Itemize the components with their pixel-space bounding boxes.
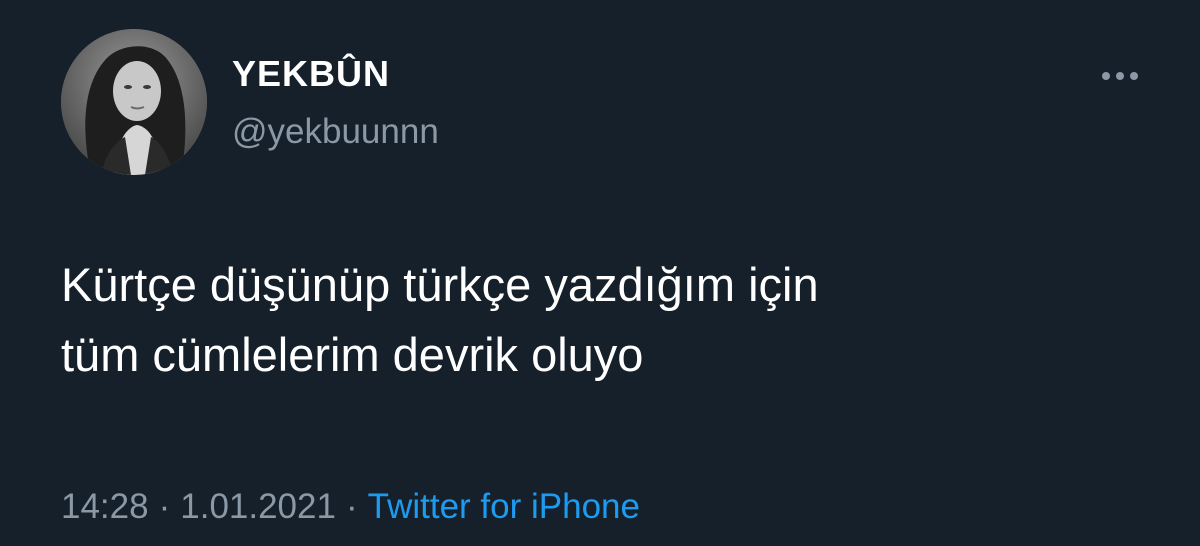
tweet-metadata: 14:28 · 1.01.2021 · Twitter for iPhone <box>61 485 640 529</box>
tweet-time[interactable]: 14:28 <box>61 487 149 526</box>
separator: · <box>158 487 171 526</box>
user-handle[interactable]: @yekbuunnn <box>232 110 439 154</box>
avatar[interactable] <box>61 29 207 175</box>
display-name[interactable]: YEKBÛN <box>232 52 390 96</box>
tweet-date[interactable]: 1.01.2021 <box>180 487 336 526</box>
more-options-button[interactable] <box>1092 58 1148 94</box>
avatar-photo <box>61 29 207 175</box>
more-horizontal-icon <box>1102 72 1138 80</box>
separator: · <box>345 487 358 526</box>
tweet-text: Kürtçe düşünüp türkçe yazdığım için tüm … <box>61 258 819 381</box>
tweet-card: YEKBÛN @yekbuunnn Kürtçe düşünüp türkçe … <box>0 0 1200 546</box>
tweet-source-link[interactable]: Twitter for iPhone <box>368 487 640 526</box>
